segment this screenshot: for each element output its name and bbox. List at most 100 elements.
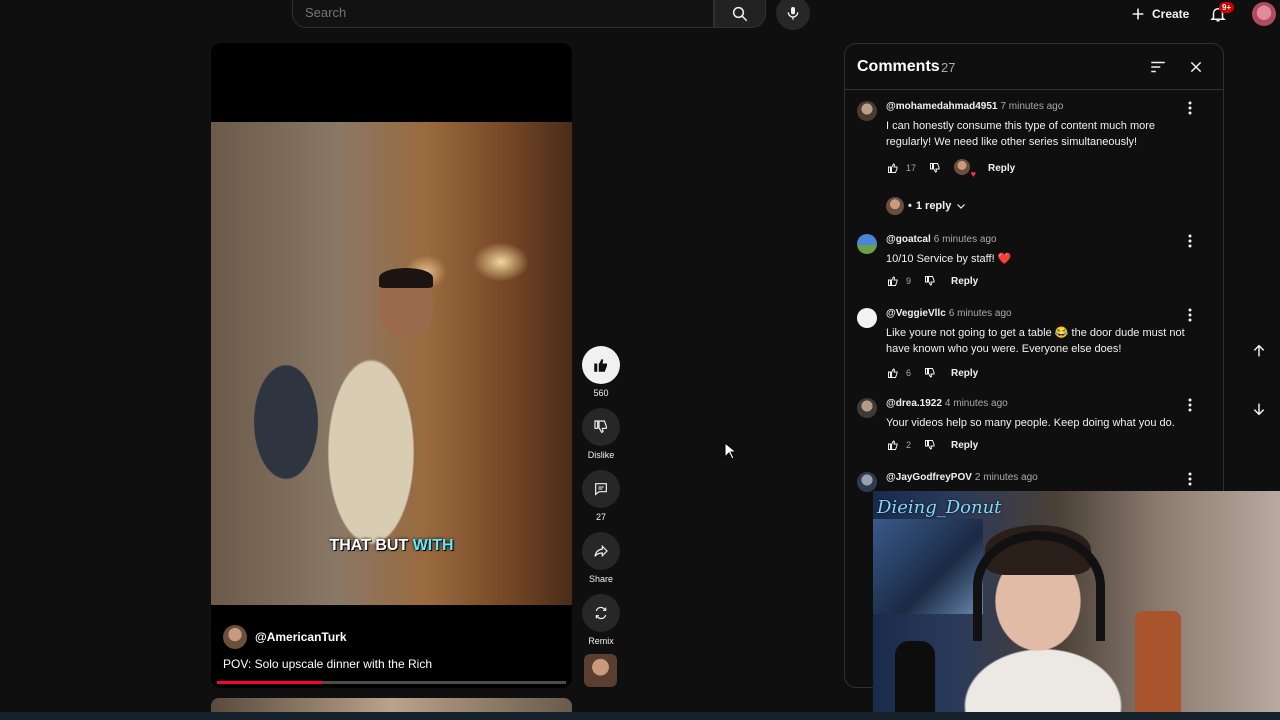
chevron-down-icon <box>957 204 966 209</box>
comment-reply-button[interactable]: Reply <box>988 163 1015 174</box>
thumbs-up-icon <box>594 359 607 372</box>
like-action[interactable]: 560 <box>580 346 622 398</box>
comment-avatar[interactable] <box>857 472 877 492</box>
comment-author[interactable]: @drea.1922 <box>886 398 942 409</box>
comments-count: 27 <box>941 60 956 75</box>
like-button[interactable] <box>582 346 620 384</box>
comment-reply-button[interactable]: Reply <box>951 440 978 451</box>
comment-reply-button[interactable]: Reply <box>951 368 978 379</box>
thumbs-down-icon <box>925 440 935 450</box>
sound-thumbnail[interactable] <box>584 654 617 687</box>
remix-icon <box>595 606 607 620</box>
more-vert-icon <box>1188 234 1192 248</box>
comment-like-count: 2 <box>906 440 912 450</box>
video-frame: THAT BUT WITH <box>211 122 572 605</box>
share-label: Share <box>588 574 614 584</box>
comment-reply-button[interactable]: Reply <box>951 276 978 287</box>
close-icon <box>1190 61 1202 73</box>
comment-author[interactable]: @VeggieVllc <box>886 308 946 319</box>
comment-avatar[interactable] <box>857 398 877 418</box>
microphone-stand <box>895 641 935 720</box>
comment-dislike-button[interactable] <box>923 274 937 288</box>
comment-time: 6 minutes ago <box>933 234 997 245</box>
account-avatar[interactable] <box>1252 2 1276 26</box>
channel-row[interactable]: @AmericanTurk <box>223 625 347 649</box>
comment-author[interactable]: @mohamedahmad4951 <box>886 101 997 112</box>
comment-text: 10/10 Service by staff! ❤️ <box>886 253 1012 265</box>
dislike-button[interactable] <box>582 408 620 446</box>
thumbs-down-icon <box>925 368 935 378</box>
comment-more-button[interactable] <box>1183 398 1197 412</box>
mouse-cursor-icon <box>724 442 736 460</box>
voice-search-button[interactable] <box>776 0 810 30</box>
comment-more-button[interactable] <box>1183 101 1197 115</box>
comment-more-button[interactable] <box>1183 308 1197 322</box>
comments-action[interactable]: 27 <box>580 470 622 522</box>
close-comments-button[interactable] <box>1185 56 1207 78</box>
caption-highlight: WITH <box>412 537 454 554</box>
comment-actions: 2 Reply <box>886 438 978 452</box>
comments-button[interactable] <box>582 470 620 508</box>
create-label: Create <box>1152 7 1190 21</box>
heart-icon: ♥ <box>970 169 977 179</box>
comment-more-button[interactable] <box>1183 234 1197 248</box>
next-short-button[interactable] <box>1246 396 1272 422</box>
comment-header: @JayGodfreyPOV 2 minutes ago <box>886 472 1038 483</box>
comment-like-button[interactable] <box>886 366 900 380</box>
comment-header: @mohamedahmad4951 7 minutes ago <box>886 101 1063 112</box>
share-action[interactable]: Share <box>580 532 622 584</box>
reply-dot: • <box>908 200 912 212</box>
creator-avatar <box>954 159 971 175</box>
arrow-down-icon <box>1253 403 1265 416</box>
comment-dislike-button[interactable] <box>923 438 937 452</box>
create-button[interactable]: Create <box>1124 0 1195 28</box>
comment-like-button[interactable] <box>886 438 900 452</box>
remix-label: Remix <box>588 636 614 646</box>
comment-author[interactable]: @goatcal <box>886 234 931 245</box>
remix-button[interactable] <box>582 594 620 632</box>
thumbs-down-icon <box>930 163 940 173</box>
dislike-action[interactable]: Dislike <box>580 408 622 460</box>
comment-time: 6 minutes ago <box>948 308 1012 319</box>
bottom-strip <box>0 712 1280 720</box>
comment-text: Like youre not going to get a table 😂 th… <box>886 327 1185 355</box>
sort-comments-button[interactable] <box>1147 56 1169 78</box>
channel-name[interactable]: @AmericanTurk <box>255 630 347 644</box>
search-button[interactable] <box>714 0 766 28</box>
comment-avatar[interactable] <box>857 101 877 121</box>
comment-like-button[interactable] <box>886 161 900 175</box>
comment-author[interactable]: @JayGodfreyPOV <box>886 472 972 483</box>
thumbs-up-icon <box>888 163 898 173</box>
search-box[interactable] <box>292 0 714 28</box>
webcam-overlay-text: Dieing_Donut <box>877 497 1002 518</box>
comment-time: 2 minutes ago <box>974 472 1038 483</box>
video-progress-fill <box>217 681 322 684</box>
caption-text: THAT BUT <box>329 537 413 554</box>
comment-more-button[interactable] <box>1183 472 1197 486</box>
comment-like-button[interactable] <box>886 274 900 288</box>
comment-like-count: 9 <box>906 276 912 286</box>
comment-like-count: 17 <box>906 163 917 173</box>
share-button[interactable] <box>582 532 620 570</box>
plus-icon <box>1132 8 1144 20</box>
video-progress-bar[interactable] <box>217 681 566 684</box>
channel-avatar[interactable] <box>223 625 247 649</box>
remix-action[interactable]: Remix <box>580 594 622 646</box>
short-video-player[interactable]: THAT BUT WITH @AmericanTurk POV: Solo up… <box>211 43 572 688</box>
dislike-label: Dislike <box>587 450 615 460</box>
comment-avatar[interactable] <box>857 308 877 328</box>
video-title[interactable]: POV: Solo upscale dinner with the Rich <box>223 657 432 671</box>
previous-short-button[interactable] <box>1246 338 1272 364</box>
thumbs-up-icon <box>888 440 898 450</box>
comment-dislike-button[interactable] <box>923 366 937 380</box>
view-replies-button[interactable]: • 1 reply <box>886 197 967 215</box>
search-input[interactable] <box>305 5 685 20</box>
notification-badge: 9+ <box>1219 2 1235 13</box>
comment-count: 27 <box>595 512 606 522</box>
comment-dislike-button[interactable] <box>928 161 942 175</box>
more-vert-icon <box>1188 308 1192 322</box>
search-icon <box>732 6 748 21</box>
comment-header: @drea.1922 4 minutes ago <box>886 398 1008 409</box>
comment-avatar[interactable] <box>857 234 877 254</box>
comment-actions: 6 Reply <box>886 366 978 380</box>
